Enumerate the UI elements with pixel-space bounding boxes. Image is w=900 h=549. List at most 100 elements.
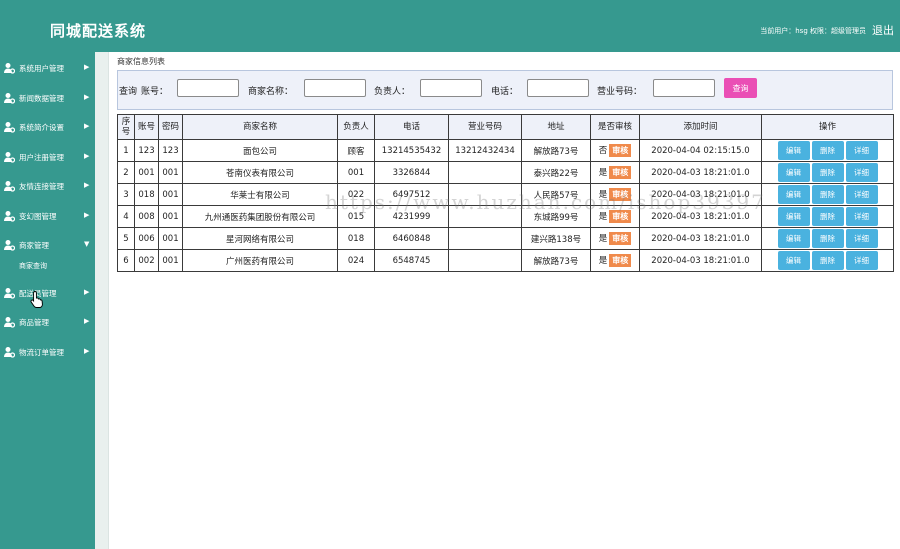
cell-owner: 022 [337,183,375,206]
delete-button[interactable]: 删除 [811,185,844,204]
sidebar-item-merchant[interactable]: 商家管理 ▼ [0,231,95,261]
col-header-address: 地址 [521,114,591,140]
col-header-ops: 操作 [761,114,894,140]
detail-button[interactable]: 详细 [845,185,878,204]
cell-time: 2020-04-03 18:21:01.0 [639,227,762,250]
cell-account: 002 [134,249,159,272]
audit-button[interactable]: 审核 [609,210,632,223]
phone-input[interactable] [527,79,589,97]
cell-owner: 024 [337,249,375,272]
user-gear-icon [4,317,15,328]
owner-label: 负责人： [374,87,411,97]
cell-password: 001 [158,161,183,184]
edit-button[interactable]: 编辑 [777,251,810,270]
license-input[interactable] [653,79,715,97]
cell-time: 2020-04-04 02:15:15.0 [639,139,762,162]
sidebar-item-products[interactable]: 商品管理 ▶ [0,308,95,338]
sidebar-item-label: 物流订单管理 [19,348,64,357]
approved-value: 否 [598,146,608,156]
col-header-time: 添加时间 [639,114,762,140]
edit-button[interactable]: 编辑 [777,207,810,226]
cell-no: 3 [117,183,135,206]
sidebar-subitem-merchant-query[interactable]: 商家查询 [19,261,79,275]
user-gear-icon [4,347,15,358]
cell-ops: 编辑 删除 详细 [761,227,894,250]
cell-no: 2 [117,161,135,184]
owner-input[interactable] [420,79,482,97]
edit-button[interactable]: 编辑 [777,141,810,160]
cell-phone: 13214535432 [374,139,449,162]
account-input[interactable] [177,79,239,97]
cell-approved: 是审核 [590,249,640,272]
sidebar-item-system-users[interactable]: 系统用户管理 ▶ [0,54,95,84]
cell-address: 泰兴路22号 [521,161,591,184]
triangle-right-icon: ▶ [84,152,90,160]
user-gear-icon [4,152,15,163]
merchant-name-input[interactable] [304,79,366,97]
detail-button[interactable]: 详细 [845,141,878,160]
main-content: 商家信息列表 查询 账号： 商家名称： 负责人： 电话： 营业号码： 查询 序号… [110,52,900,549]
cell-approved: 是审核 [590,161,640,184]
audit-button[interactable]: 审核 [609,188,632,201]
delete-button[interactable]: 删除 [811,163,844,182]
cell-license: 13212432434 [448,139,522,162]
sidebar-item-carousel[interactable]: 变幻图管理 ▶ [0,202,95,232]
delete-button[interactable]: 删除 [811,229,844,248]
merchant-table: 序号 账号 密码 商家名称 负责人 电话 营业号码 地址 是否审核 添加时间 操… [117,114,894,272]
cell-password: 001 [158,205,183,228]
cell-name: 星河网络有限公司 [182,227,338,250]
detail-button[interactable]: 详细 [845,251,878,270]
cell-address: 东城路99号 [521,205,591,228]
hand-cursor-icon [30,291,43,308]
triangle-right-icon: ▶ [84,93,90,101]
delete-button[interactable]: 删除 [811,141,844,160]
edit-button[interactable]: 编辑 [777,163,810,182]
col-header-name: 商家名称 [182,114,338,140]
triangle-right-icon: ▶ [84,347,90,355]
cell-no: 4 [117,205,135,228]
edit-button[interactable]: 编辑 [777,229,810,248]
delete-button[interactable]: 删除 [811,251,844,270]
cell-phone: 6548745 [374,249,449,272]
table-header-row: 序号 账号 密码 商家名称 负责人 电话 营业号码 地址 是否审核 添加时间 操… [117,114,894,140]
triangle-right-icon: ▶ [84,317,90,325]
triangle-right-icon: ▶ [84,288,90,296]
cell-account: 018 [134,183,159,206]
phone-label: 电话： [491,87,519,97]
sidebar-item-label: 用户注册管理 [19,153,64,162]
sidebar-item-courier[interactable]: 配送员管理 ▶ [0,279,95,309]
cell-owner: 018 [337,227,375,250]
cell-phone: 6497512 [374,183,449,206]
detail-button[interactable]: 详细 [845,229,878,248]
sidebar-splitter [95,52,109,549]
user-gear-icon [4,211,15,222]
detail-button[interactable]: 详细 [845,163,878,182]
sidebar-item-system-intro[interactable]: 系统简介设置 ▶ [0,113,95,143]
user-gear-icon [4,63,15,74]
audit-button[interactable]: 审核 [609,254,632,267]
cell-no: 1 [117,139,135,162]
cell-ops: 编辑 删除 详细 [761,183,894,206]
sidebar-item-user-registration[interactable]: 用户注册管理 ▶ [0,143,95,173]
cell-account: 006 [134,227,159,250]
cell-license [448,205,522,228]
col-header-account: 账号 [134,114,159,140]
audit-button[interactable]: 审核 [609,166,632,179]
approved-value: 是 [598,190,608,200]
detail-button[interactable]: 详细 [845,207,878,226]
cell-phone: 3326844 [374,161,449,184]
query-button[interactable]: 查询 [724,78,757,98]
col-header-owner: 负责人 [337,114,375,140]
logout-link[interactable]: 退出 [872,22,894,38]
cell-time: 2020-04-03 18:21:01.0 [639,183,762,206]
sidebar-item-news[interactable]: 新闻数据管理 ▶ [0,84,95,114]
cell-license [448,249,522,272]
user-gear-icon [4,181,15,192]
merchant-name-label: 商家名称： [248,87,294,97]
edit-button[interactable]: 编辑 [777,185,810,204]
audit-button[interactable]: 审核 [609,232,632,245]
sidebar-item-friend-links[interactable]: 友情连接管理 ▶ [0,172,95,202]
delete-button[interactable]: 删除 [811,207,844,226]
sidebar-item-logistics-orders[interactable]: 物流订单管理 ▶ [0,338,95,368]
audit-button[interactable]: 审核 [609,144,632,157]
